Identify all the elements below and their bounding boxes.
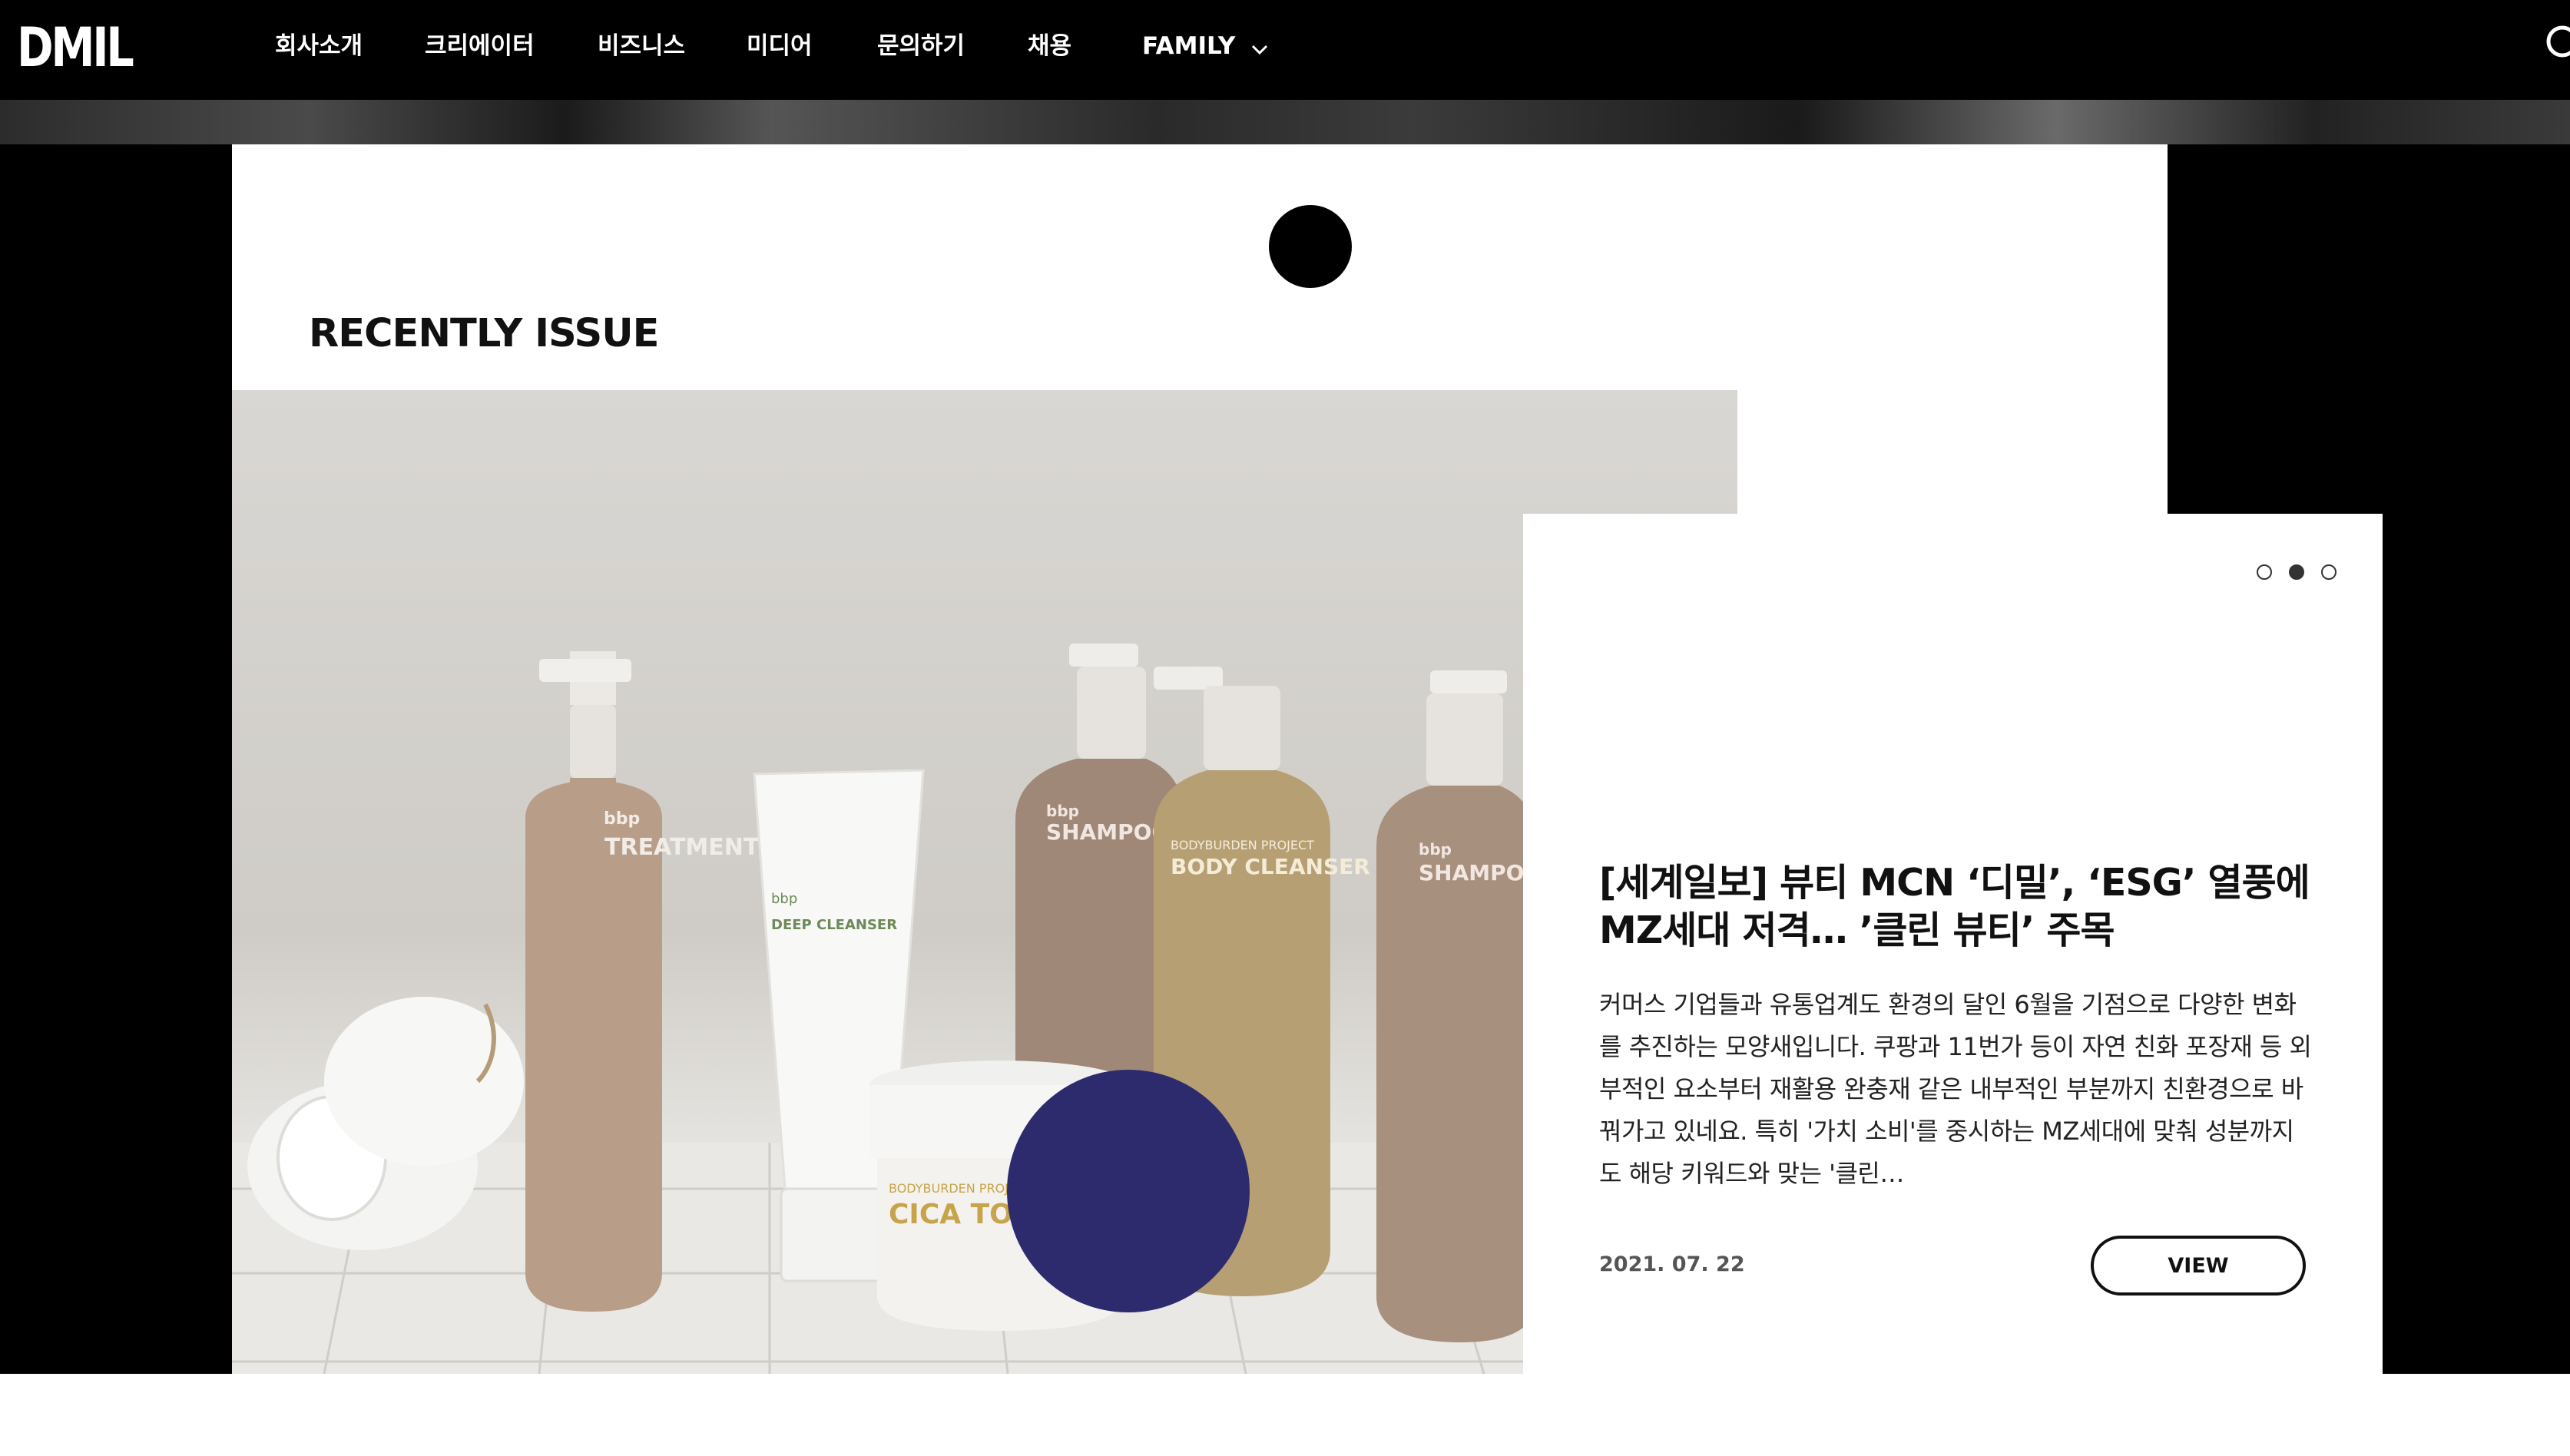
nav-item-company[interactable]: 회사소개 (275, 29, 363, 63)
decorative-navy-dot (1007, 1070, 1250, 1312)
article-title-line2: MZ세대 저격… ’클린 뷰티’ 주목 (1599, 908, 2115, 952)
body-cleanser-project-label: BODYBURDEN PROJECT (1171, 838, 1314, 852)
search-icon[interactable] (2544, 23, 2570, 66)
slide-pager (2257, 564, 2337, 580)
shampoo-label: SHAMPOO (1046, 819, 1170, 845)
dmil-logo[interactable]: DMIL (17, 20, 134, 75)
view-button[interactable]: VIEW (2091, 1236, 2306, 1296)
pager-dot-2[interactable] (2289, 564, 2304, 580)
nav-item-media[interactable]: 미디어 (747, 29, 813, 63)
bottle-brand-label: bbp (604, 809, 640, 829)
top-navigation-bar: DMIL 회사소개 크리에이터 비즈니스 미디어 문의하기 채용 FAMILY (0, 0, 2570, 100)
decorative-black-dot (1269, 205, 1352, 288)
article-card: [세계일보] 뷰티 MCN ‘디밀’, ‘ESG’ 열풍에 MZ세대 저격… ’… (1523, 514, 2383, 1374)
article-title[interactable]: [세계일보] 뷰티 MCN ‘디밀’, ‘ESG’ 열풍에 MZ세대 저격… ’… (1599, 859, 2321, 955)
article-title-line1: [세계일보] 뷰티 MCN ‘디밀’, ‘ESG’ 열풍에 (1599, 861, 2310, 905)
section-title: RECENTLY ISSUE (309, 311, 659, 356)
pager-dot-3[interactable] (2321, 564, 2337, 580)
deep-cleanser-label: DEEP CLEANSER (771, 917, 897, 933)
nav-item-recruit[interactable]: 채용 (1028, 29, 1071, 63)
pager-dot-1[interactable] (2257, 564, 2272, 580)
article-photo[interactable]: bbp TREATMENT bbp DEEP CLEANSER bbp SHAM… (232, 390, 1737, 1374)
article-date: 2021. 07. 22 (1599, 1252, 1745, 1276)
chevron-down-icon (1251, 31, 1268, 65)
family-label: FAMILY (1142, 32, 1236, 60)
tube-brand-label: bbp (771, 891, 797, 907)
nav-item-family[interactable]: FAMILY (1142, 29, 1268, 65)
shampoo-brand-label: bbp (1046, 802, 1079, 820)
nav-item-contact[interactable]: 문의하기 (877, 29, 965, 63)
nav-item-business[interactable]: 비즈니스 (598, 29, 685, 63)
body-cleanser-label: BODY CLEANSER (1171, 854, 1370, 879)
nav-item-creator[interactable]: 크리에이터 (425, 29, 535, 63)
treatment-label: TREATMENT (604, 834, 760, 861)
shampoo2-brand-label: bbp (1419, 840, 1452, 859)
hero-image-strip (0, 100, 2570, 144)
shampoo-bottle-right: bbp SHAMPOO (1376, 670, 1542, 1342)
article-excerpt: 커머스 기업들과 유통업계도 환경의 달인 6월을 기점으로 다양한 변화를 추… (1599, 990, 2312, 1188)
